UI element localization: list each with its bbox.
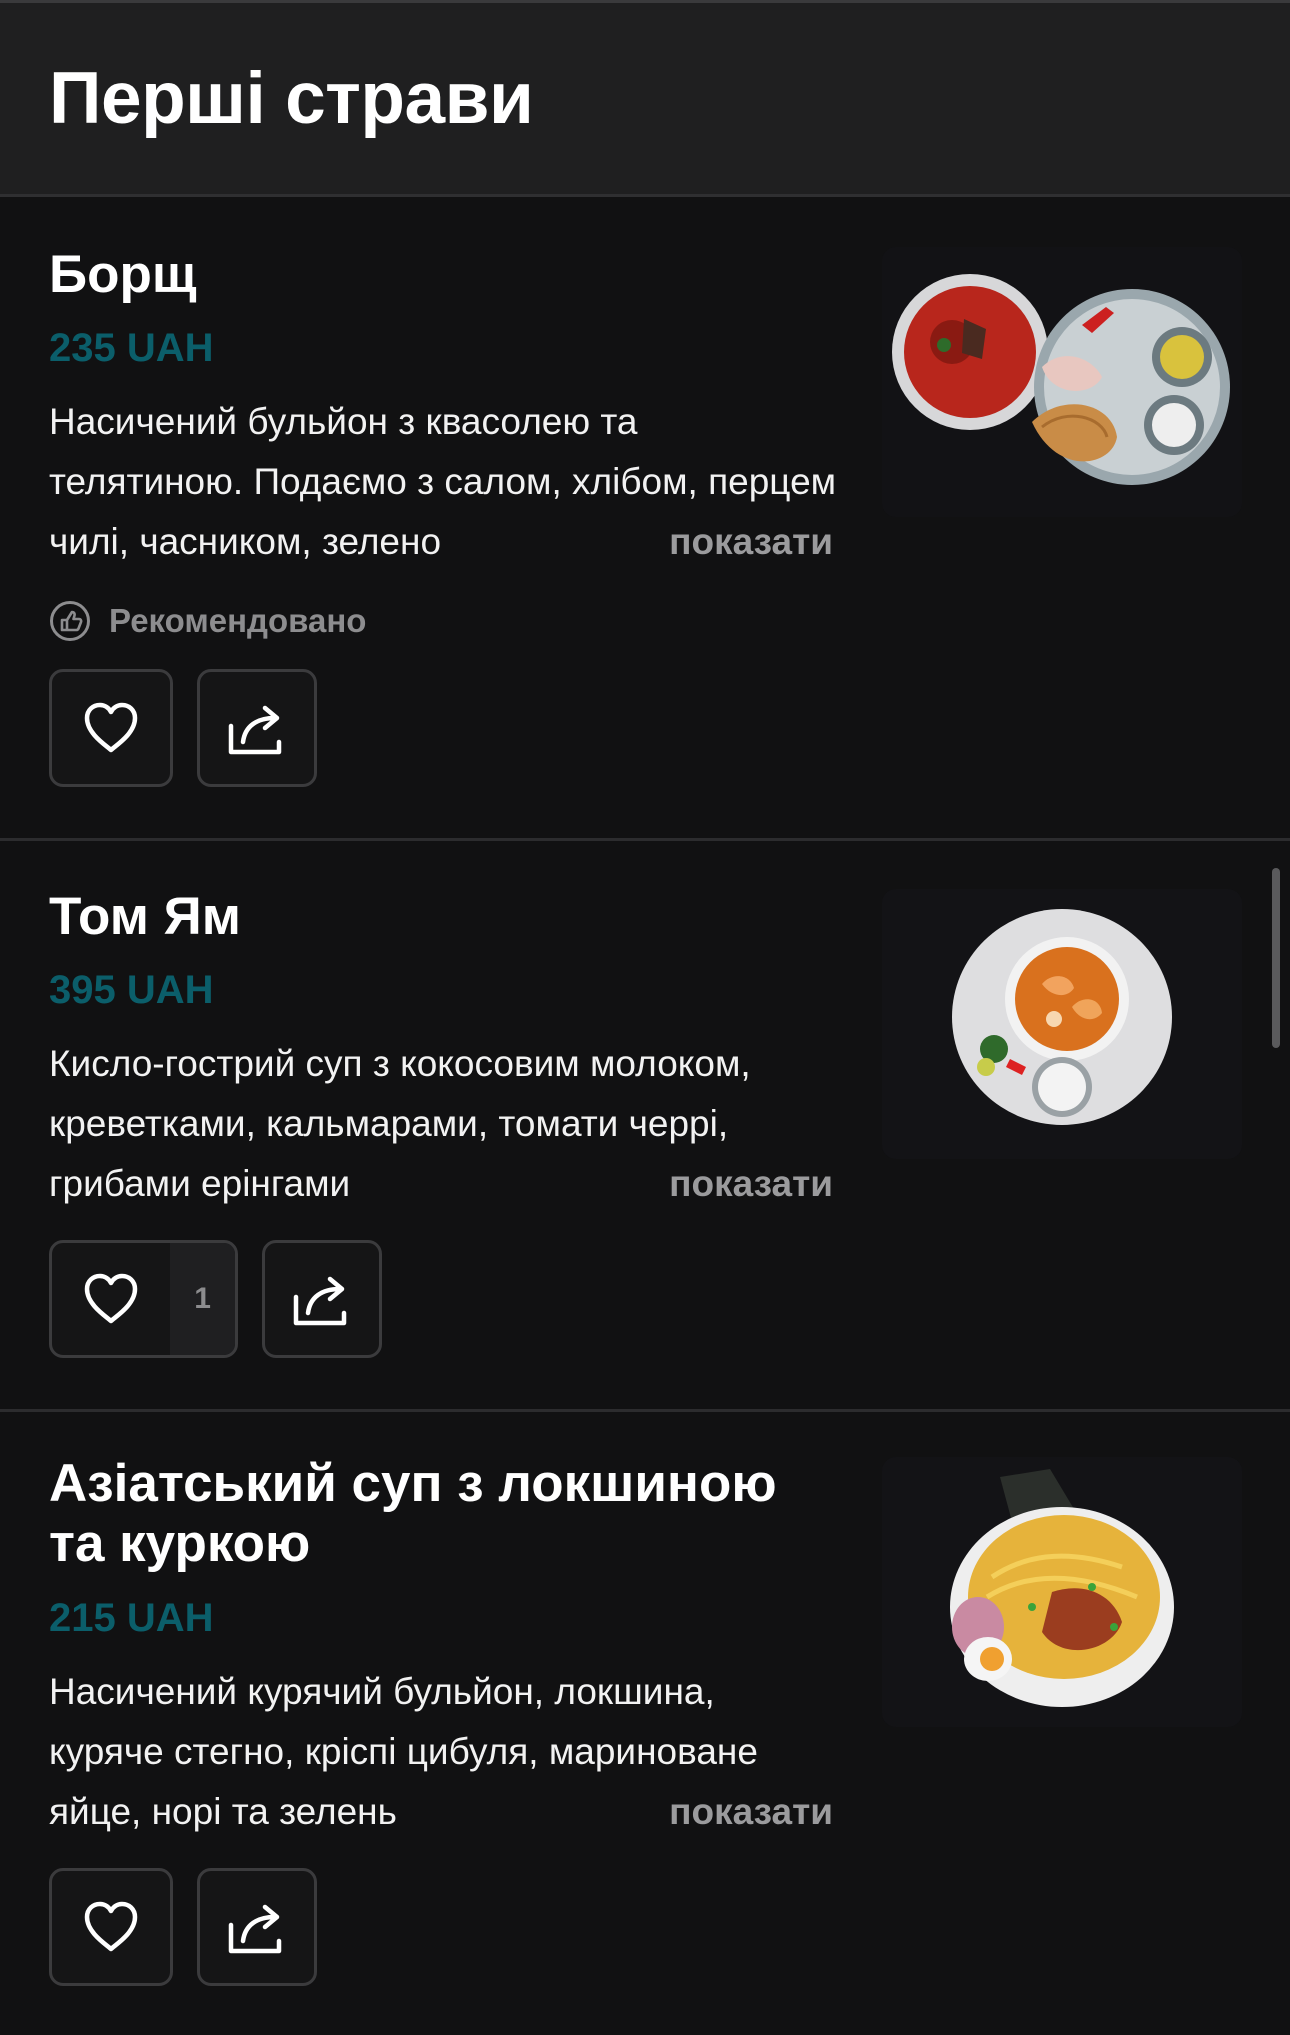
heart-icon [84, 1901, 138, 1952]
like-button-icon-wrap [52, 1243, 170, 1355]
item-description: Насичений курячий бульйон, локшина, куря… [49, 1662, 849, 1842]
heart-icon [84, 702, 138, 753]
item-price: 235 UAH [49, 326, 214, 370]
item-photo[interactable] [882, 247, 1242, 517]
category-header: Перші страви [0, 0, 1290, 197]
item-title: Борщ [49, 245, 197, 304]
menu-item[interactable]: Том Ям 395 UAH Кисло-гострий суп з кокос… [0, 841, 1290, 1412]
menu-item[interactable]: Азіатський суп з локшиною та куркою 215 … [0, 1412, 1290, 2035]
menu-item[interactable]: Борщ 235 UAH Насичений бульйон з квасоле… [0, 197, 1290, 841]
like-button[interactable] [49, 669, 173, 787]
item-description: Насичений бульйон з квасолею та телятино… [49, 392, 849, 572]
item-actions [49, 1868, 317, 1986]
menu-page: Перші страви Борщ 235 UAH Насичений буль… [0, 0, 1290, 2035]
show-more-link[interactable]: показати [669, 1154, 833, 1214]
like-button[interactable]: 1 [49, 1240, 238, 1358]
share-button[interactable] [197, 669, 317, 787]
show-more-link[interactable]: показати [669, 1782, 833, 1842]
share-button[interactable] [262, 1240, 382, 1358]
tom-yum-photo [882, 889, 1242, 1159]
share-button[interactable] [197, 1868, 317, 1986]
item-title: Азіатський суп з локшиною та куркою [49, 1454, 777, 1573]
item-title: Том Ям [49, 887, 241, 946]
noodle-soup-photo [882, 1457, 1242, 1727]
item-actions: 1 [49, 1240, 382, 1358]
item-description: Кисло-гострий суп з кокосовим молоком, к… [49, 1034, 849, 1214]
thumbs-up-circle-icon [50, 601, 90, 641]
item-photo[interactable] [882, 1457, 1242, 1727]
scrollbar[interactable] [1272, 868, 1280, 1048]
item-price: 215 UAH [49, 1596, 214, 1640]
like-button[interactable] [49, 1868, 173, 1986]
item-actions [49, 669, 317, 787]
item-photo[interactable] [882, 889, 1242, 1159]
show-more-link[interactable]: показати [669, 512, 833, 572]
borscht-photo [882, 247, 1242, 517]
category-title: Перші страви [49, 58, 534, 139]
recommended-badge: Рекомендовано [49, 599, 366, 643]
share-icon [228, 705, 282, 755]
share-icon [293, 1276, 347, 1326]
recommended-label: Рекомендовано [109, 602, 367, 639]
heart-icon [84, 1273, 138, 1324]
share-icon [228, 1904, 282, 1954]
like-count: 1 [170, 1243, 235, 1355]
item-price: 395 UAH [49, 968, 214, 1012]
